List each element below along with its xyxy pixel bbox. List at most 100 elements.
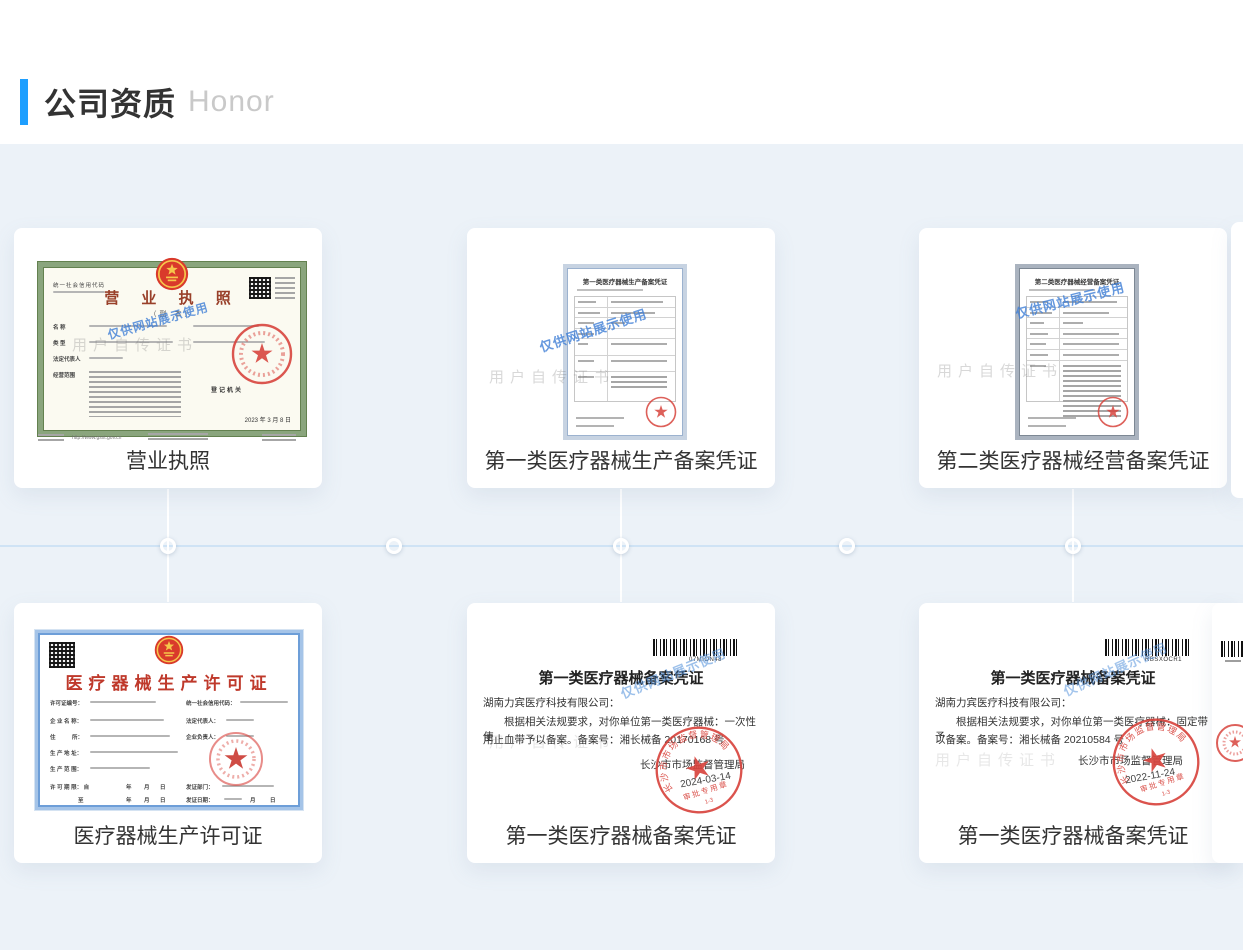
certificate-caption: 第一类医疗器械备案凭证 [919, 820, 1227, 850]
unit-label: 日 [270, 796, 276, 804]
company-line: 湖南力宾医疗科技有限公司： [935, 695, 1072, 710]
official-seal [1097, 396, 1129, 428]
timeline-node [613, 538, 629, 554]
certificate-card-class2-operation[interactable]: 第二类医疗器械经营备案凭证 仅供网站展示使用 用户自传证书 第二类医疗器械经营备… [919, 228, 1227, 488]
barcode-text: RBSXOCR1 [1145, 657, 1182, 663]
placeholder-text-bar [240, 701, 288, 703]
table-row [575, 318, 675, 329]
national-emblem-icon [155, 257, 189, 291]
placeholder-text-bar [90, 735, 170, 737]
class2-operation-record-image: 第二类医疗器械经营备案凭证 [1015, 264, 1139, 440]
field-label: 许可证编号： [50, 699, 83, 707]
record-title: 第二类医疗器械经营备案凭证 [1019, 276, 1135, 286]
unit-label: 年 [126, 796, 132, 804]
seal-number: 1-3 [1161, 789, 1171, 797]
accent-bar [20, 79, 28, 125]
official-seal [231, 323, 293, 385]
table-row [575, 339, 675, 355]
blurred-text-block [262, 434, 296, 441]
certificate-card-business-license[interactable]: 营 业 执 照 （副 本） 统一社会信用代码 名 称 类 型 法定代表人 经营范… [14, 228, 322, 488]
certificate-card-class1-record-b[interactable]: RBSXOCR1 第一类医疗器械备案凭证 湖南力宾医疗科技有限公司： 根据相关法… [919, 603, 1227, 863]
placeholder-text-bar [576, 417, 624, 419]
placeholder-text-bar [226, 719, 254, 721]
table-row [575, 297, 675, 308]
class1-production-record-image: 第一类医疗器械生产备案凭证 [563, 264, 687, 440]
table-row [1027, 361, 1127, 401]
placeholder-text-bar [53, 291, 105, 293]
watermark-user-upload: 用户自传证书 [935, 749, 1061, 770]
company-honor-page: 公司资质 Honor 营 业 执 照 （副 本） 统一社会信用代码 名 称 [0, 0, 1243, 950]
barcode [1221, 641, 1243, 657]
seal-number: 1-3 [704, 797, 714, 805]
placeholder-text-bar [1028, 417, 1076, 419]
table-row [575, 308, 675, 319]
barcode [1105, 639, 1191, 656]
issuer-label: 登记机关 [211, 385, 243, 394]
blurred-text-block [275, 277, 295, 299]
field-label: 至 [78, 796, 84, 804]
field-label: 生 产 范 围： [50, 765, 82, 773]
record-title: 第一类医疗器械备案凭证 [919, 667, 1227, 688]
placeholder-text-bar [89, 357, 123, 359]
record-title: 第一类医疗器械生产备案凭证 [567, 276, 683, 286]
unit-label: 月 [144, 783, 150, 791]
record-title: 第一类医疗器械备案凭证 [467, 667, 775, 688]
qr-code [249, 277, 271, 299]
placeholder-text-bar [1029, 289, 1095, 291]
partial-card-next-bottom[interactable] [1212, 603, 1243, 863]
partial-card-next-top[interactable] [1231, 222, 1243, 498]
qr-code [49, 642, 75, 668]
field-label: 类 型 [53, 339, 66, 347]
official-seal [208, 731, 264, 787]
certificate-caption: 第一类医疗器械备案凭证 [467, 820, 775, 850]
certificate-caption: 第一类医疗器械生产备案凭证 [467, 445, 775, 475]
field-label: 许 可 期 限： 自 [50, 783, 89, 791]
field-label: 名 称 [53, 323, 66, 331]
record-table [574, 296, 676, 402]
official-seal [1215, 723, 1243, 763]
placeholder-text-bar [577, 289, 643, 291]
national-emblem-icon [154, 635, 184, 665]
field-label: 生 产 地 址： [50, 749, 82, 757]
production-license-image: 医疗器械生产许可证 许可证编号： 统一社会信用代码： 企 业 名 称： 法定代表… [35, 630, 303, 810]
table-row [1027, 297, 1127, 308]
certificate-caption: 营业执照 [14, 445, 322, 475]
timeline-node [839, 538, 855, 554]
placeholder-text-bar [90, 719, 164, 721]
official-seal [645, 396, 677, 428]
unit-label: 年 [126, 783, 132, 791]
placeholder-text-bar [1225, 660, 1241, 662]
field-label: 企 业 名 称： [50, 717, 82, 725]
placeholder-text-bar [90, 701, 156, 703]
timeline-node [1065, 538, 1081, 554]
barcode [653, 639, 739, 656]
table-row [1027, 329, 1127, 340]
placeholder-text-bar [89, 341, 173, 343]
certificate-card-production-license[interactable]: 医疗器械生产许可证 许可证编号： 统一社会信用代码： 企 业 名 称： 法定代表… [14, 603, 322, 863]
blurred-text-block [89, 371, 181, 417]
placeholder-text-bar [1028, 425, 1066, 427]
table-row [1027, 308, 1127, 319]
table-row [1027, 318, 1127, 329]
table-row [1027, 350, 1127, 361]
timeline-node [160, 538, 176, 554]
placeholder-text-bar [89, 325, 167, 327]
placeholder-text-bar [576, 425, 614, 427]
field-label: 经营范围 [53, 371, 75, 379]
placeholder-text-bar [224, 798, 242, 800]
credit-code-label: 统一社会信用代码 [53, 281, 105, 289]
section-header: 公司资质 Honor [20, 78, 275, 126]
placeholder-text-bar [90, 767, 150, 769]
barcode-text: 07MION48 [689, 657, 722, 663]
unit-label: 日 [160, 796, 166, 804]
field-label: 发证日期： [186, 796, 214, 804]
placeholder-text-bar [90, 751, 178, 753]
field-label: 法定代表人： [186, 717, 219, 725]
license-subtitle: （副 本） [43, 309, 301, 319]
certificate-card-class1-record-a[interactable]: 07MION48 第一类医疗器械备案凭证 湖南力宾医疗科技有限公司： 根据相关法… [467, 603, 775, 863]
field-label: 法定代表人 [53, 355, 81, 363]
certificate-card-class1-production[interactable]: 第一类医疗器械生产备案凭证 仅供网站展示使用 用户自传证书 第一类医疗器械生产备… [467, 228, 775, 488]
unit-label: 日 [160, 783, 166, 791]
blurred-text-block [148, 433, 208, 442]
field-label: 住 所： [50, 733, 83, 741]
